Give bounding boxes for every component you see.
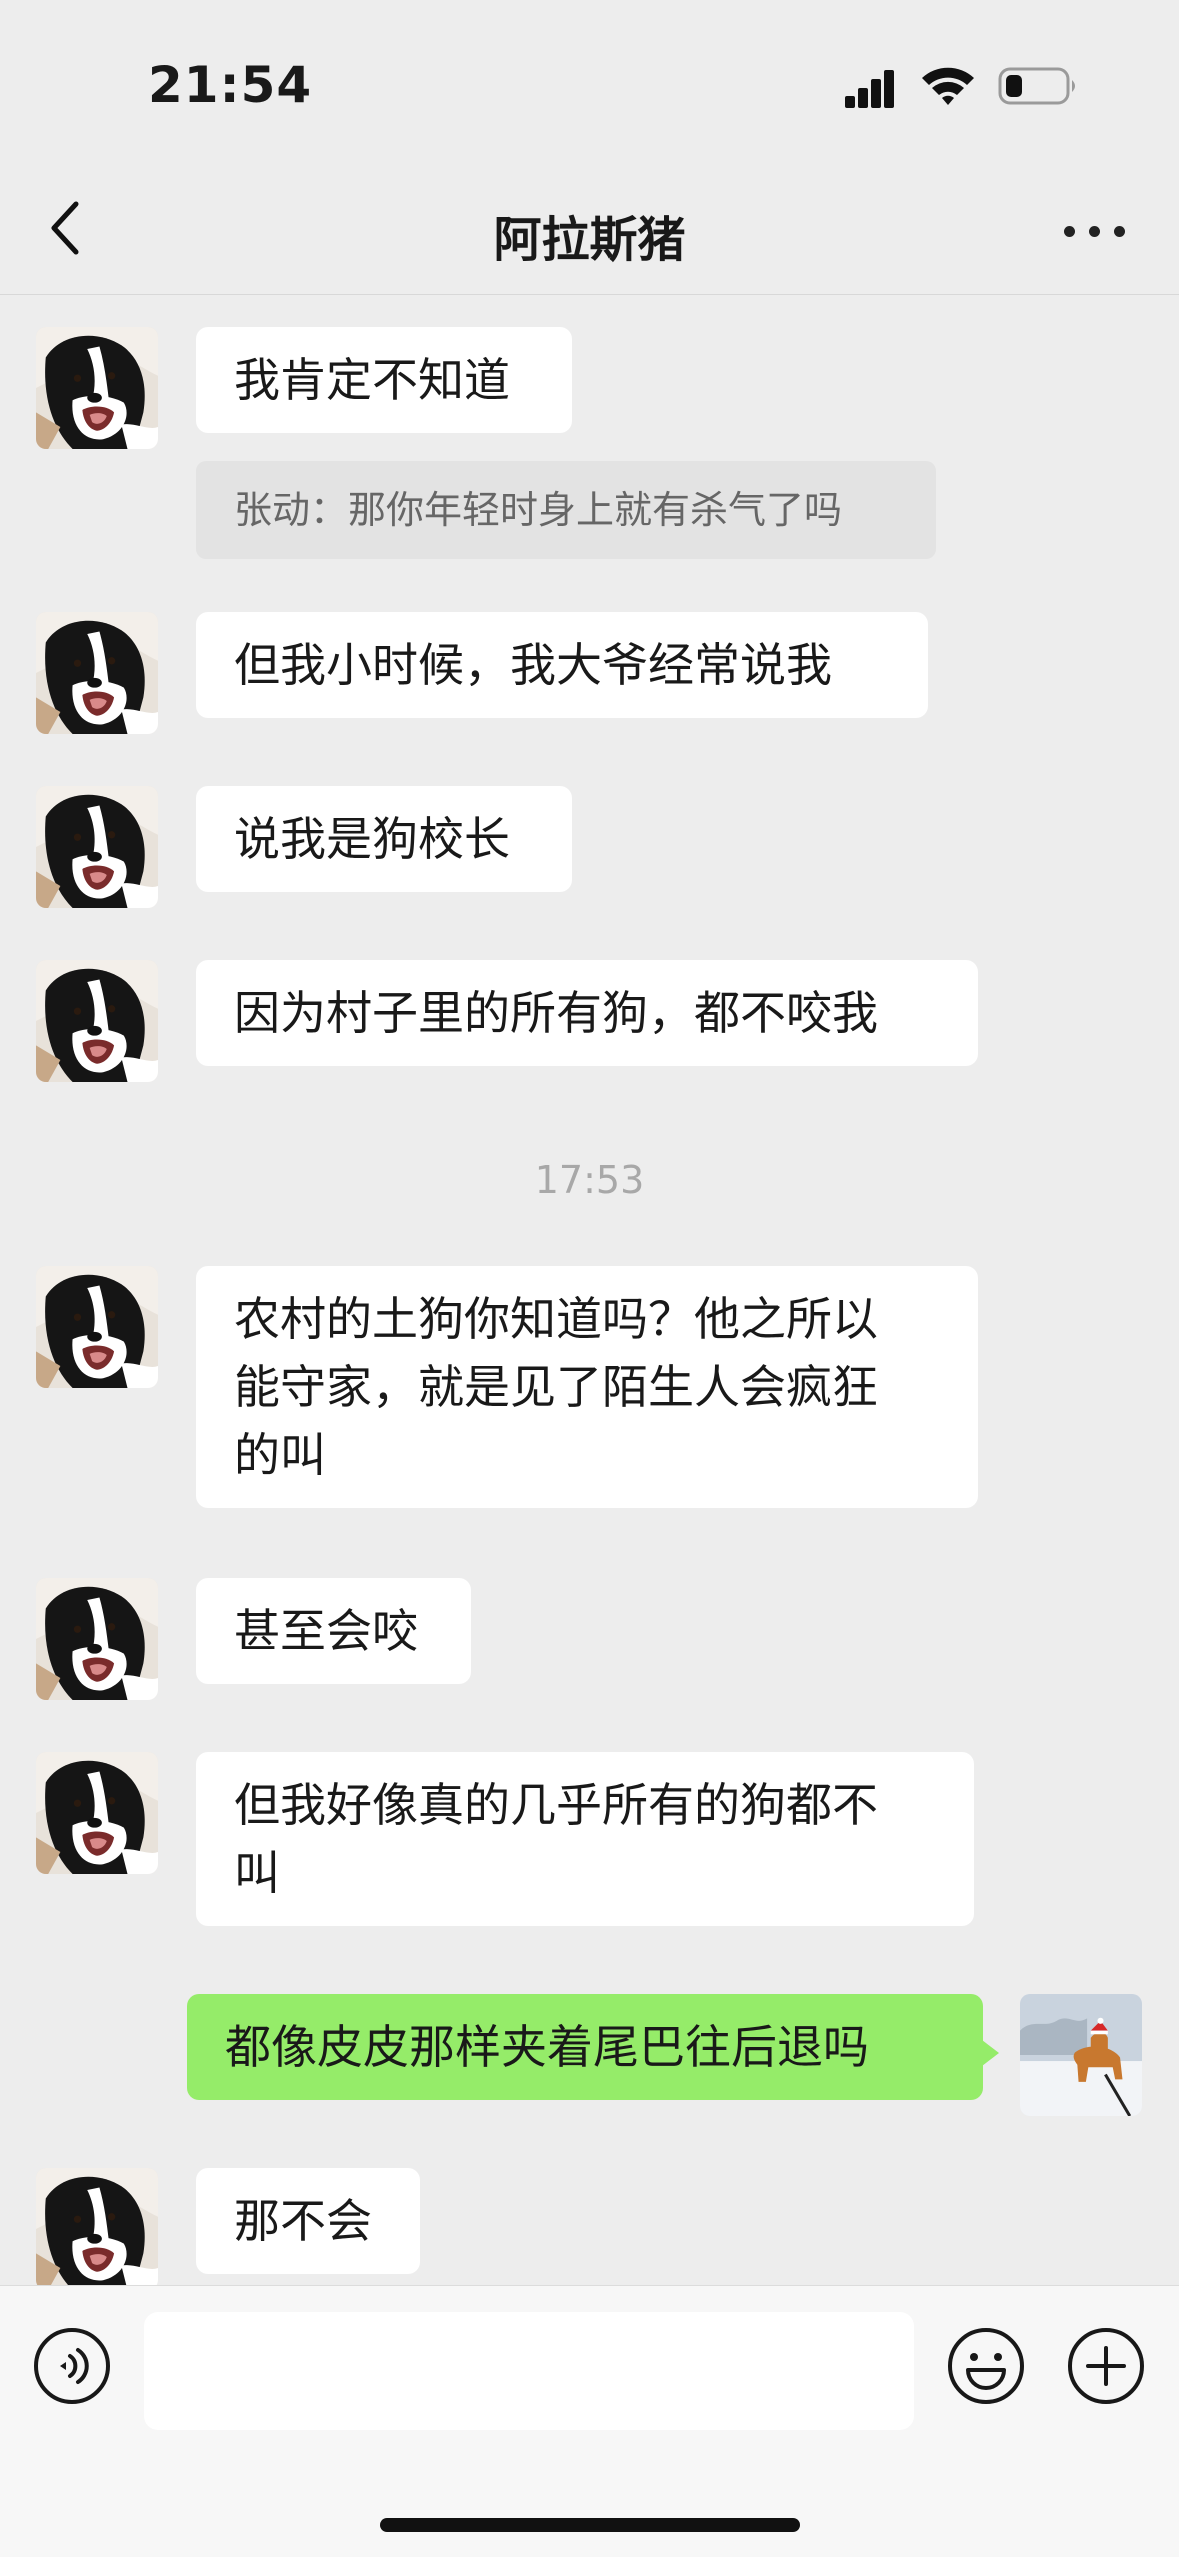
message-text-line: 农村的土狗你知道吗？他之所以: [234, 1292, 878, 1346]
message-text-line: 能守家，就是见了陌生人会疯狂: [234, 1360, 878, 1414]
contact-avatar[interactable]: [36, 327, 158, 449]
message-input[interactable]: [144, 2312, 914, 2430]
contact-avatar[interactable]: [36, 1752, 158, 1874]
message-list[interactable]: 我肯定不知道 张动：那你年轻时身上就有杀气了吗 但我小时候，我大爷经常说我 说我…: [0, 295, 1179, 2285]
message-text: 但我小时候，我大爷经常说我: [234, 638, 832, 692]
contact-avatar[interactable]: [36, 786, 158, 908]
emoji-icon[interactable]: [946, 2326, 1026, 2406]
timestamp-divider: 17:53: [534, 1158, 645, 1202]
quoted-message[interactable]: 张动：那你年轻时身上就有杀气了吗: [196, 461, 936, 559]
my-message-bubble[interactable]: 都像皮皮那样夹着尾巴往后退吗: [187, 1994, 999, 2100]
more-dots-icon[interactable]: [1060, 206, 1130, 256]
contact-avatar[interactable]: [36, 612, 158, 734]
message-text-line: 的叫: [234, 1428, 326, 1482]
message-bubble[interactable]: 但我小时候，我大爷经常说我: [196, 612, 928, 718]
plus-icon[interactable]: [1066, 2326, 1146, 2406]
cellular-signal-icon: [845, 68, 895, 108]
status-bar: 21:54: [0, 0, 1179, 170]
my-avatar[interactable]: [1020, 1994, 1142, 2116]
message-text: 因为村子里的所有狗，都不咬我: [234, 986, 878, 1040]
home-indicator: [380, 2518, 800, 2532]
message-text: 甚至会咬: [234, 1604, 418, 1658]
contact-avatar[interactable]: [36, 1266, 158, 1388]
message-text-line: 叫: [234, 1846, 280, 1900]
message-text: 我肯定不知道: [234, 353, 510, 407]
contact-avatar[interactable]: [36, 960, 158, 1082]
battery-icon: [998, 67, 1075, 105]
message-bubble[interactable]: 因为村子里的所有狗，都不咬我: [196, 960, 978, 1066]
message-bubble[interactable]: 但我好像真的几乎所有的狗都不 叫: [196, 1752, 974, 1926]
message-bubble[interactable]: 说我是狗校长: [196, 786, 572, 892]
wifi-icon: [922, 67, 974, 105]
voice-icon[interactable]: [32, 2326, 112, 2406]
chat-title: 阿拉斯猪: [493, 212, 686, 268]
contact-avatar[interactable]: [36, 1578, 158, 1700]
message-bubble[interactable]: 农村的土狗你知道吗？他之所以 能守家，就是见了陌生人会疯狂 的叫: [196, 1266, 978, 1508]
message-bubble[interactable]: 我肯定不知道: [196, 327, 572, 433]
message-text: 都像皮皮那样夹着尾巴往后退吗: [225, 2020, 869, 2074]
message-text: 说我是狗校长: [234, 812, 510, 866]
message-bubble[interactable]: 甚至会咬: [196, 1578, 471, 1684]
status-time: 21:54: [148, 56, 313, 114]
quote-text: 张动：那你年轻时身上就有杀气了吗: [234, 488, 843, 532]
chat-header: 阿拉斯猪: [0, 170, 1179, 295]
input-bar: [0, 2285, 1179, 2557]
message-text-line: 但我好像真的几乎所有的狗都不: [234, 1778, 878, 1832]
contact-avatar[interactable]: [36, 2168, 158, 2285]
message-bubble[interactable]: 那不会: [196, 2168, 420, 2274]
message-text: 那不会: [234, 2194, 372, 2248]
